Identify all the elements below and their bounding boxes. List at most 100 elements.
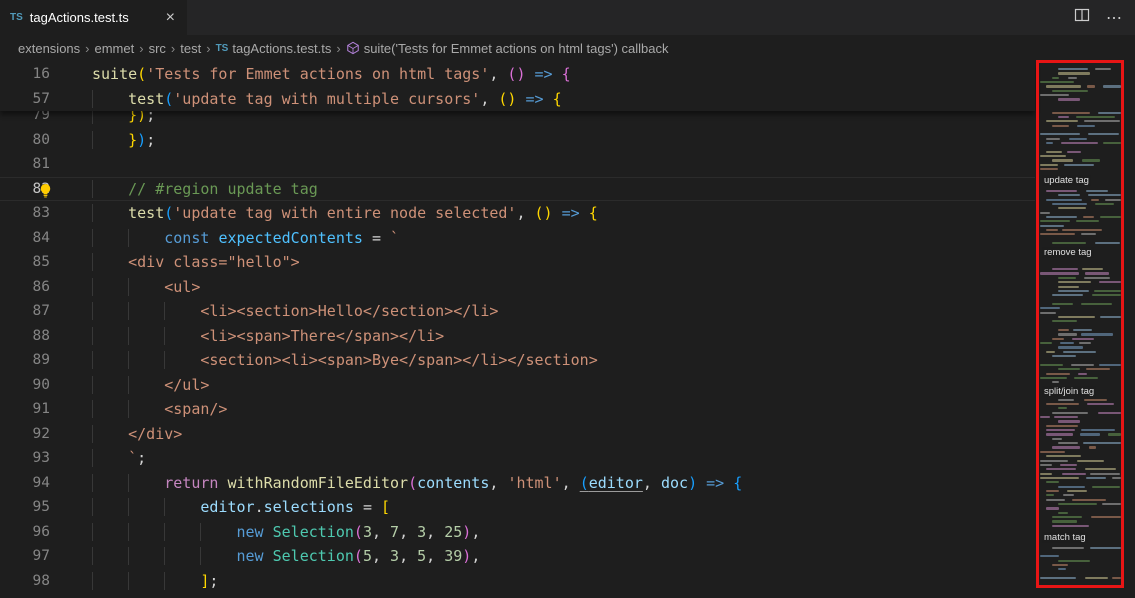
token: ( xyxy=(164,204,173,222)
minimap-code-blur xyxy=(1077,125,1095,127)
code-line-90[interactable]: 90 </ul> xyxy=(0,373,1035,398)
minimap-code-blur xyxy=(1084,277,1110,279)
code-text: </div> xyxy=(92,422,1035,447)
line-number[interactable]: 84 xyxy=(0,226,50,251)
line-number[interactable]: 87 xyxy=(0,299,50,324)
glyph-margin xyxy=(50,201,92,226)
code-line-57[interactable]: 57 test('update tag with multiple cursor… xyxy=(0,87,1035,112)
token xyxy=(580,204,589,222)
breadcrumb-item-emmet[interactable]: emmet xyxy=(95,41,135,56)
minimap-section-label: split/join tag xyxy=(1042,386,1096,397)
minimap-code-blur xyxy=(1040,212,1050,214)
line-number[interactable]: 96 xyxy=(0,520,50,545)
more-actions-icon[interactable]: ⋯ xyxy=(1106,8,1123,28)
lightbulb-icon[interactable] xyxy=(38,181,53,196)
code-line-96[interactable]: 96 new Selection(3, 7, 3, 25), xyxy=(0,520,1035,545)
minimap-code-blur xyxy=(1094,290,1121,292)
minimap-code-blur xyxy=(1058,503,1097,505)
code-line-95[interactable]: 95 editor.selections = [ xyxy=(0,495,1035,520)
token: expectedContents xyxy=(218,229,363,247)
indent-guide xyxy=(128,327,164,345)
minimap[interactable]: update tagremove tagsplit/join tagmatch … xyxy=(1037,62,1125,598)
code-line-92[interactable]: 92 </div> xyxy=(0,422,1035,447)
line-number[interactable]: 92 xyxy=(0,422,50,447)
code-text: suite('Tests for Emmet actions on html t… xyxy=(92,62,1035,87)
code-line-85[interactable]: 85 <div class="hello"> xyxy=(0,250,1035,275)
line-number[interactable]: 93 xyxy=(0,446,50,471)
code-line-98[interactable]: 98 ]; xyxy=(0,569,1035,594)
line-number[interactable]: 57 xyxy=(0,87,50,112)
code-line-87[interactable]: 87 <li><section>Hello</section></li> xyxy=(0,299,1035,324)
minimap-code-blur xyxy=(1040,225,1064,227)
minimap-section-label: remove tag xyxy=(1042,247,1094,258)
token xyxy=(525,65,534,83)
line-number[interactable]: 90 xyxy=(0,373,50,398)
token: test xyxy=(128,204,164,222)
minimap-code-blur xyxy=(1088,194,1121,196)
code-line-82[interactable]: 82 // #region update tag xyxy=(0,177,1035,202)
line-number[interactable]: 86 xyxy=(0,275,50,300)
glyph-margin xyxy=(50,275,92,300)
line-number[interactable]: 79 xyxy=(0,111,50,128)
code-line-81[interactable]: 81 xyxy=(0,152,1035,177)
line-number[interactable]: 97 xyxy=(0,544,50,569)
token: ( xyxy=(535,204,544,222)
line-number[interactable]: 91 xyxy=(0,397,50,422)
line-number[interactable]: 81 xyxy=(0,152,50,177)
code-line-93[interactable]: 93 `; xyxy=(0,446,1035,471)
minimap-code-blur xyxy=(1040,342,1052,344)
breadcrumb-item-src[interactable]: src xyxy=(149,41,166,56)
code-line-89[interactable]: 89 <section><li><span>Bye</span></li></s… xyxy=(0,348,1035,373)
token: 'update tag with entire node selected' xyxy=(173,204,516,222)
token: <section><li><span>Bye</span></li></sect… xyxy=(200,351,597,369)
breadcrumb-item-tagactions.test.ts[interactable]: TStagActions.test.ts xyxy=(216,41,332,56)
code-text: }); xyxy=(92,128,1035,153)
code-line-80[interactable]: 80 }); xyxy=(0,128,1035,153)
code-line-94[interactable]: 94 return withRandomFileEditor(contents,… xyxy=(0,471,1035,496)
breadcrumb-item-suite[interactable]: suite('Tests for Emmet actions on html t… xyxy=(346,41,669,56)
code-line-84[interactable]: 84 const expectedContents = ` xyxy=(0,226,1035,251)
token: { xyxy=(733,474,742,492)
minimap-code-blur xyxy=(1052,303,1073,305)
token: // #region update tag xyxy=(128,180,318,198)
close-icon[interactable]: × xyxy=(164,10,177,26)
split-editor-icon[interactable] xyxy=(1074,7,1090,28)
code-line-88[interactable]: 88 <li><span>There</span></li> xyxy=(0,324,1035,349)
breadcrumb-item-test[interactable]: test xyxy=(180,41,201,56)
line-number[interactable]: 94 xyxy=(0,471,50,496)
minimap-code-blur xyxy=(1058,194,1080,196)
token: ( xyxy=(408,474,417,492)
token: ` xyxy=(390,229,399,247)
indent-guide xyxy=(92,425,128,443)
minimap-code-blur xyxy=(1046,120,1078,122)
code-line-79[interactable]: 79 }); xyxy=(0,111,1035,128)
code-line-83[interactable]: 83 test('update tag with entire node sel… xyxy=(0,201,1035,226)
token: ) xyxy=(137,131,146,149)
line-number[interactable]: 95 xyxy=(0,495,50,520)
code-line-86[interactable]: 86 <ul> xyxy=(0,275,1035,300)
editor[interactable]: 16 suite('Tests for Emmet actions on html… xyxy=(0,62,1135,598)
minimap-code-blur xyxy=(1052,355,1076,357)
code-line-16[interactable]: 16 suite('Tests for Emmet actions on html… xyxy=(0,62,1035,87)
token: ; xyxy=(137,449,146,467)
code-line-97[interactable]: 97 new Selection(5, 3, 5, 39), xyxy=(0,544,1035,569)
minimap-code-blur xyxy=(1095,203,1114,205)
line-number[interactable]: 98 xyxy=(0,569,50,594)
minimap-code-blur xyxy=(1083,442,1121,444)
line-number[interactable]: 89 xyxy=(0,348,50,373)
minimap-code-blur xyxy=(1040,307,1060,309)
breadcrumb-item-extensions[interactable]: extensions xyxy=(18,41,80,56)
token: new xyxy=(237,547,264,565)
indent-guide xyxy=(92,302,128,320)
glyph-margin xyxy=(50,569,92,594)
code-line-91[interactable]: 91 <span/> xyxy=(0,397,1035,422)
line-number[interactable]: 83 xyxy=(0,201,50,226)
code-text: new Selection(5, 3, 5, 39), xyxy=(92,544,1035,569)
line-number[interactable]: 16 xyxy=(0,62,50,87)
token: ` xyxy=(128,449,137,467)
line-number[interactable]: 80 xyxy=(0,128,50,153)
line-number[interactable]: 88 xyxy=(0,324,50,349)
indent-guide xyxy=(92,572,128,590)
tab-tagactions-test[interactable]: TS tagActions.test.ts × xyxy=(0,0,188,35)
line-number[interactable]: 85 xyxy=(0,250,50,275)
